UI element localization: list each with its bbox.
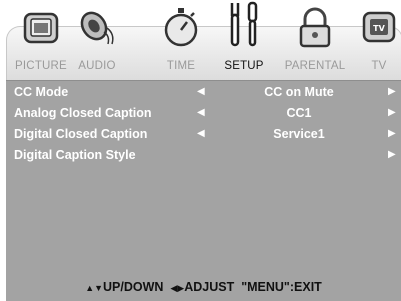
tools-icon [222, 0, 266, 48]
tab-label: TV [371, 60, 387, 72]
tab-label: PARENTAL [284, 60, 346, 72]
right-arrow-icon[interactable]: ▶ [388, 149, 396, 160]
lock-icon [293, 0, 337, 48]
speaker-icon [75, 0, 119, 48]
right-arrow-icon[interactable]: ▶ [388, 128, 396, 139]
osd-screen: PICTURE AUDIO TIME SETUP PARENTAL TV TV … [0, 0, 401, 301]
menu-item-value: Service1 [273, 127, 325, 141]
up-down-arrows-icon: ▲▼ [85, 283, 104, 293]
menu-item-value: CC on Mute [264, 85, 334, 99]
svg-text:TV: TV [373, 24, 385, 33]
menu-item-digital-caption-style[interactable]: Digital Caption Style ▶ [14, 145, 399, 165]
tab-label: TIME [166, 60, 196, 72]
right-arrow-icon[interactable]: ▶ [388, 86, 396, 97]
left-arrow-icon[interactable]: ◀ [197, 107, 205, 118]
tab-tv[interactable]: TV TV [359, 0, 399, 80]
hint-exit: "MENU":EXIT [241, 280, 322, 294]
left-right-arrows-icon: ◀▶ [170, 283, 185, 293]
menu-item-value: CC1 [286, 106, 312, 120]
navigation-hint: ▲▼UP/DOWN ◀▶ADJUST "MENU":EXIT [6, 280, 401, 294]
menu-item-cc-mode[interactable]: CC Mode ◀ CC on Mute ▶ [14, 82, 399, 102]
tab-parental[interactable]: PARENTAL [270, 0, 360, 80]
menu-item-label: CC Mode [14, 85, 69, 99]
tab-time[interactable]: TIME [150, 0, 212, 80]
tab-picture[interactable]: PICTURE [10, 0, 72, 80]
stopwatch-icon [159, 0, 203, 48]
tab-audio[interactable]: AUDIO [66, 0, 128, 80]
hint-adjust: ADJUST [184, 280, 235, 294]
tab-label: PICTURE [15, 60, 67, 72]
menu-item-analog-closed-caption[interactable]: Analog Closed Caption ◀ CC1 ▶ [14, 103, 399, 123]
menu-item-label: Analog Closed Caption [14, 106, 152, 120]
left-arrow-icon[interactable]: ◀ [197, 128, 205, 139]
divider [6, 80, 401, 81]
tv-icon: TV [357, 0, 401, 48]
tab-label: AUDIO [78, 60, 116, 72]
menu-item-digital-closed-caption[interactable]: Digital Closed Caption ◀ Service1 ▶ [14, 124, 399, 144]
picture-icon [19, 0, 63, 48]
tab-label: SETUP [224, 60, 264, 72]
left-arrow-icon[interactable]: ◀ [197, 86, 205, 97]
menu-item-label: Digital Closed Caption [14, 127, 148, 141]
right-arrow-icon[interactable]: ▶ [388, 107, 396, 118]
hint-updown: UP/DOWN [103, 280, 164, 294]
menu-item-label: Digital Caption Style [14, 148, 136, 162]
tab-setup[interactable]: SETUP [218, 0, 270, 80]
